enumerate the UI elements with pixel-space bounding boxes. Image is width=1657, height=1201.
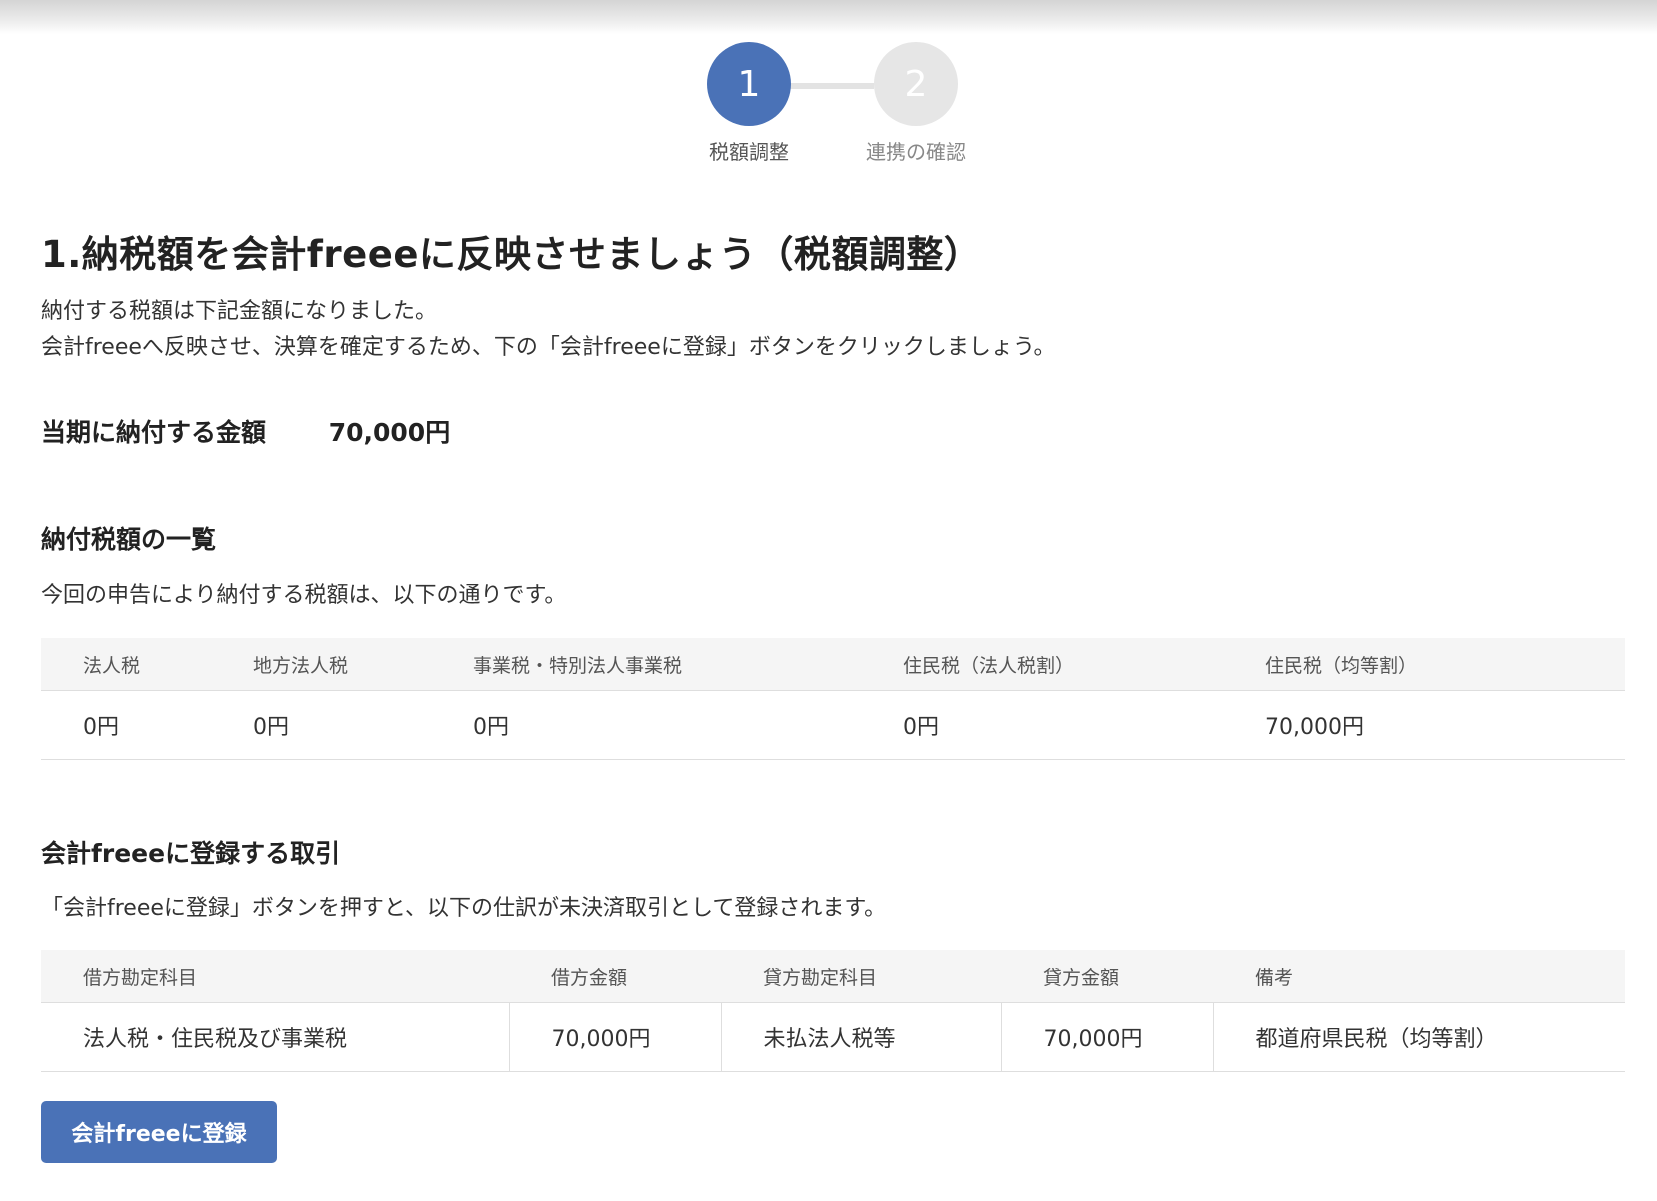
- tax-table: 法人税 地方法人税 事業税・特別法人事業税 住民税（法人税割） 住民税（均等割）…: [41, 638, 1625, 760]
- tax-header-resident-income: 住民税（法人税割）: [861, 638, 1223, 691]
- step-2-label: 連携の確認: [866, 140, 966, 164]
- step-connector: [790, 83, 874, 89]
- journal-debit-amount: 70,000円: [508, 1002, 721, 1072]
- tax-header-corporate: 法人税: [41, 638, 211, 691]
- journal-debit-account: 法人税・住民税及び事業税: [41, 1002, 509, 1072]
- step-2-circle: 2: [874, 42, 958, 126]
- progress-stepper: 1 2 税額調整 連携の確認: [0, 0, 1657, 170]
- tax-header-business: 事業税・特別法人事業税: [431, 638, 861, 691]
- tax-value-corporate: 0円: [41, 690, 211, 760]
- journal-credit-amount: 70,000円: [1000, 1002, 1213, 1072]
- journal-credit-account: 未払法人税等: [720, 1002, 1001, 1072]
- tax-value-business: 0円: [431, 690, 861, 760]
- journal-title: 会計freeeに登録する取引: [41, 839, 341, 868]
- journal-header-note: 備考: [1213, 950, 1625, 1003]
- register-to-freee-button[interactable]: 会計freeeに登録: [41, 1101, 277, 1163]
- tax-header-resident-flat: 住民税（均等割）: [1223, 638, 1625, 691]
- intro-line-1: 納付する税額は下記金額になりました。: [41, 299, 438, 324]
- total-payment: 当期に納付する金額 70,000円: [41, 413, 450, 449]
- journal-header-debit-amount: 借方金額: [509, 950, 721, 1003]
- table-header-row: 借方勘定科目 借方金額 貸方勘定科目 貸方金額 備考: [41, 950, 1625, 1003]
- tax-value-resident-income: 0円: [861, 690, 1223, 760]
- tax-value-resident-flat: 70,000円: [1223, 690, 1625, 760]
- step-1-label: 税額調整: [709, 140, 789, 164]
- step-1-circle: 1: [707, 42, 791, 126]
- table-row: 法人税・住民税及び事業税 70,000円 未払法人税等 70,000円 都道府県…: [41, 1002, 1625, 1072]
- tax-value-local-corporate: 0円: [211, 690, 431, 760]
- journal-header-credit-account: 貸方勘定科目: [721, 950, 1001, 1003]
- table-row: 0円 0円 0円 0円 70,000円: [41, 690, 1625, 760]
- intro-text: 納付する税額は下記金額になりました。 会計freeeへ反映させ、決算を確定するた…: [41, 294, 1056, 366]
- tax-header-local-corporate: 地方法人税: [211, 638, 431, 691]
- total-amount: 70,000円: [328, 418, 451, 447]
- table-header-row: 法人税 地方法人税 事業税・特別法人事業税 住民税（法人税割） 住民税（均等割）: [41, 638, 1625, 691]
- journal-table: 借方勘定科目 借方金額 貸方勘定科目 貸方金額 備考 法人税・住民税及び事業税 …: [41, 950, 1625, 1072]
- intro-line-2: 会計freeeへ反映させ、決算を確定するため、下の「会計freeeに登録」ボタン…: [41, 335, 1056, 360]
- journal-description: 「会計freeeに登録」ボタンを押すと、以下の仕訳が未決済取引として登録されます…: [41, 896, 887, 921]
- journal-header-debit-account: 借方勘定科目: [41, 950, 509, 1003]
- page-title: 1.納税額を会計freeeに反映させましょう（税額調整）: [41, 233, 982, 276]
- total-label: 当期に納付する金額: [41, 418, 267, 447]
- tax-list-description: 今回の申告により納付する税額は、以下の通りです。: [41, 583, 567, 608]
- journal-header-credit-amount: 貸方金額: [1001, 950, 1213, 1003]
- journal-note: 都道府県民税（均等割）: [1212, 1002, 1625, 1072]
- tax-list-title: 納付税額の一覧: [41, 525, 217, 554]
